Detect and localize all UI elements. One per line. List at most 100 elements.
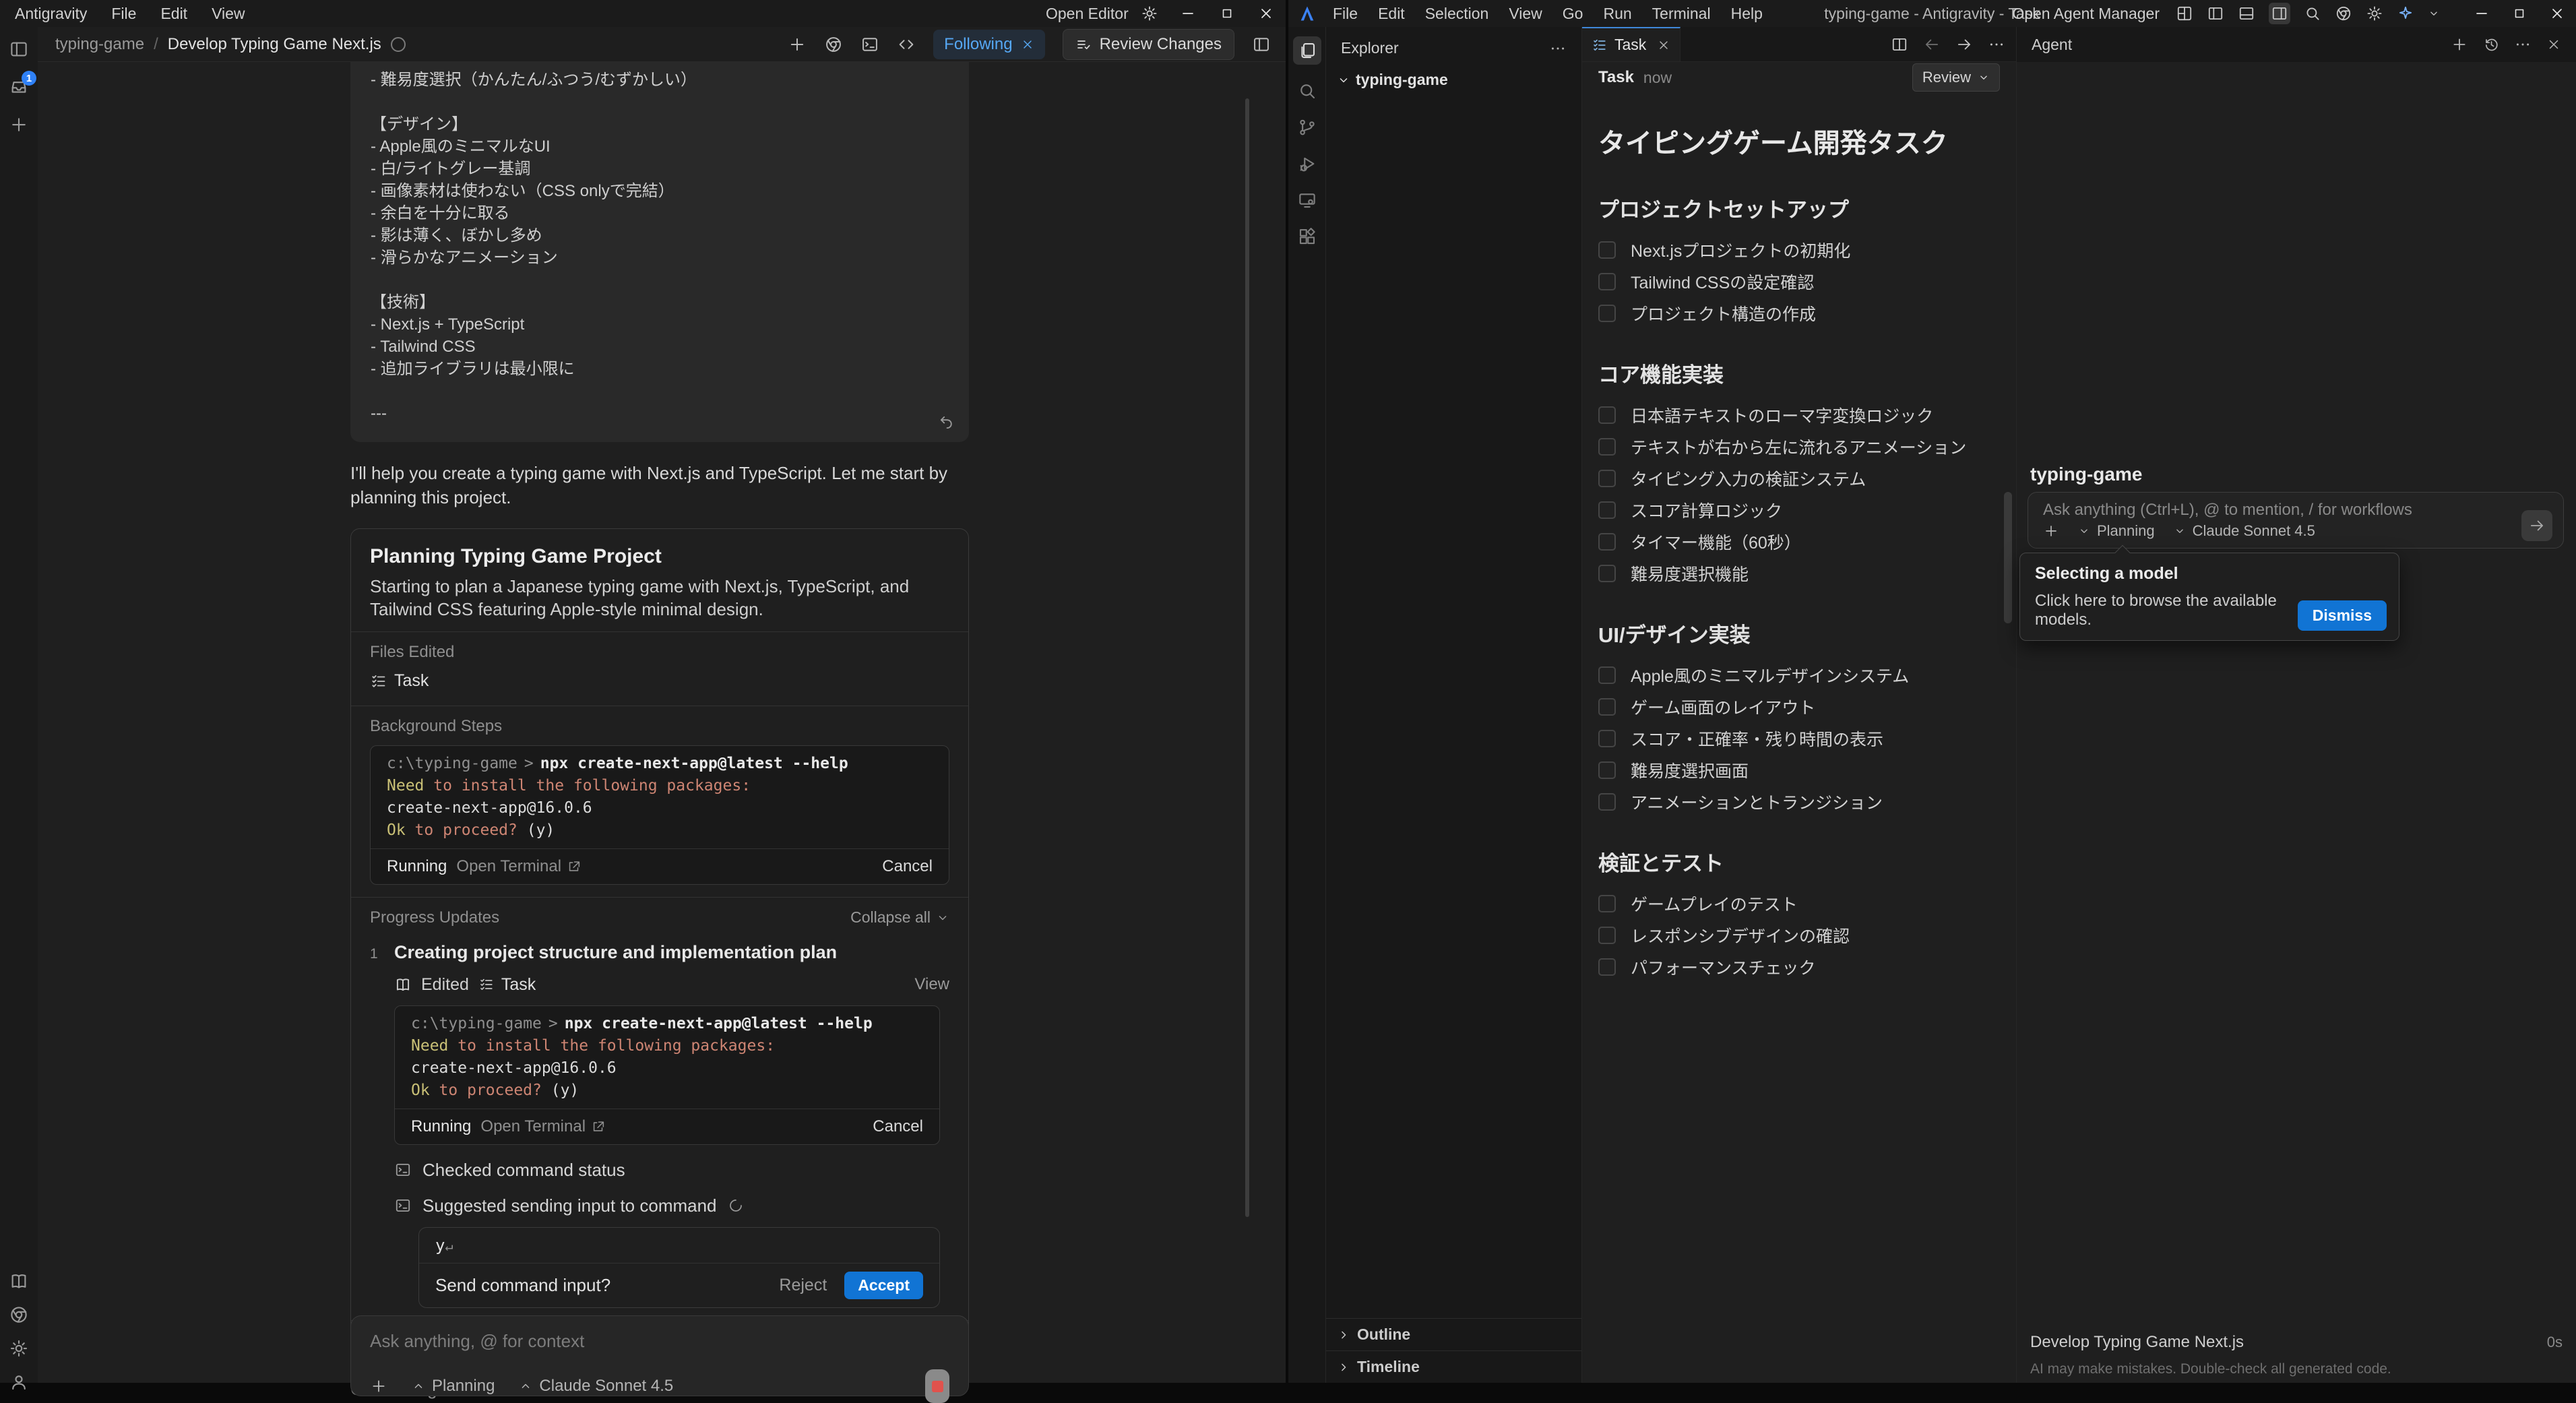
cancel-button[interactable]: Cancel <box>882 857 933 876</box>
search-icon[interactable] <box>1297 81 1317 101</box>
checkbox[interactable] <box>1598 533 1616 551</box>
checkbox[interactable] <box>1598 305 1616 322</box>
edited-file-task[interactable]: Task <box>478 975 536 995</box>
breadcrumb-task[interactable]: Develop Typing Game Next.js <box>168 35 381 54</box>
more-actions-icon[interactable] <box>2514 36 2532 53</box>
checkbox[interactable] <box>1598 241 1616 259</box>
close-tab-icon[interactable] <box>1657 38 1670 52</box>
search-icon[interactable] <box>2304 5 2321 22</box>
new-chat-icon[interactable] <box>9 115 29 135</box>
sidebar-item-typing-game[interactable]: typing-game <box>1326 64 1581 89</box>
explorer-files-icon[interactable] <box>1293 36 1321 65</box>
settings-gear-icon[interactable] <box>9 1338 29 1359</box>
inbox-icon[interactable]: 1 <box>9 77 29 97</box>
menu-item[interactable]: File <box>1333 5 1358 23</box>
close-button[interactable] <box>2538 0 2576 27</box>
menu-item[interactable]: Selection <box>1425 5 1489 23</box>
menu-item[interactable]: Edit <box>1378 5 1405 23</box>
remote-explorer-icon[interactable] <box>1297 190 1317 210</box>
sparkle-icon[interactable] <box>2397 5 2414 22</box>
close-icon[interactable] <box>1021 38 1034 51</box>
docs-book-icon[interactable] <box>9 1271 29 1291</box>
close-panel-icon[interactable] <box>2546 37 2561 52</box>
open-agent-manager-button[interactable]: Open Agent Manager <box>2012 5 2160 23</box>
attach-icon[interactable] <box>370 1377 387 1395</box>
menu-item[interactable]: Edit <box>160 5 187 23</box>
tab-task[interactable]: Task <box>1582 27 1680 61</box>
stop-button[interactable] <box>925 1369 949 1403</box>
menu-item[interactable]: View <box>212 5 245 23</box>
new-tab-icon[interactable] <box>788 35 807 54</box>
menu-item[interactable]: Help <box>1731 5 1763 23</box>
run-debug-icon[interactable] <box>1297 154 1317 174</box>
navigate-forward-icon[interactable] <box>1955 36 1973 53</box>
source-control-icon[interactable] <box>1297 117 1317 137</box>
terminal-icon[interactable] <box>860 35 879 54</box>
checkbox[interactable] <box>1598 406 1616 424</box>
checkbox[interactable] <box>1598 761 1616 779</box>
menu-item[interactable]: File <box>111 5 136 23</box>
undo-icon[interactable] <box>938 414 955 431</box>
cancel-button[interactable]: Cancel <box>873 1117 923 1136</box>
toggle-panel-icon[interactable] <box>2238 5 2255 22</box>
close-button[interactable] <box>1247 0 1286 27</box>
model-selector[interactable]: Claude Sonnet 4.5 <box>519 1377 673 1396</box>
extensions-icon[interactable] <box>1297 226 1317 247</box>
timeline-section[interactable]: Timeline <box>1326 1350 1581 1383</box>
maximize-button[interactable] <box>1207 0 1247 27</box>
attach-icon[interactable] <box>2043 523 2059 539</box>
checkbox[interactable] <box>1598 927 1616 944</box>
checkbox[interactable] <box>1598 666 1616 684</box>
agent-composer-placeholder[interactable]: Ask anything (Ctrl+L), @ to mention, / f… <box>2043 501 2548 520</box>
checkbox[interactable] <box>1598 730 1616 747</box>
review-button[interactable]: Review <box>1912 63 2000 92</box>
chevron-down-icon[interactable] <box>2428 7 2440 20</box>
open-terminal-link[interactable]: Open Terminal <box>480 1117 606 1136</box>
code-icon[interactable] <box>897 35 916 54</box>
agent-task-row[interactable]: Develop Typing Game Next.js 0s <box>2030 1333 2563 1352</box>
mode-selector[interactable]: Planning <box>2078 522 2155 540</box>
collapse-all-button[interactable]: Collapse all <box>850 908 949 927</box>
browser-icon[interactable] <box>2335 5 2352 22</box>
more-actions-icon[interactable] <box>1988 36 2005 53</box>
browser-icon[interactable] <box>9 1305 29 1325</box>
browser-preview-icon[interactable] <box>824 35 843 54</box>
accept-button[interactable]: Accept <box>844 1272 923 1299</box>
navigate-back-icon[interactable] <box>1923 36 1941 53</box>
minimize-button[interactable] <box>1168 0 1207 27</box>
outline-section[interactable]: Outline <box>1326 1318 1581 1350</box>
chat-composer[interactable]: Ask anything, @ for context Planning Cla… <box>350 1315 969 1396</box>
maximize-button[interactable] <box>2501 0 2538 27</box>
checkbox[interactable] <box>1598 895 1616 912</box>
composer-placeholder[interactable]: Ask anything, @ for context <box>370 1331 949 1352</box>
chat-scrollbar[interactable] <box>1245 98 1249 1217</box>
breadcrumb-project[interactable]: typing-game <box>55 35 144 54</box>
checkbox[interactable] <box>1598 793 1616 811</box>
checkbox[interactable] <box>1598 438 1616 456</box>
view-link[interactable]: View <box>914 975 949 994</box>
menu-item[interactable]: Terminal <box>1652 5 1711 23</box>
send-button[interactable] <box>2521 510 2552 541</box>
gear-icon[interactable] <box>1141 5 1158 22</box>
agent-composer[interactable]: Ask anything (Ctrl+L), @ to mention, / f… <box>2028 492 2564 549</box>
history-icon[interactable] <box>2483 36 2499 53</box>
toggle-secondary-sidebar-icon[interactable] <box>2269 3 2290 24</box>
checkbox[interactable] <box>1598 273 1616 290</box>
checkbox[interactable] <box>1598 565 1616 582</box>
menu-item[interactable]: Run <box>1603 5 1631 23</box>
menu-item[interactable]: Antigravity <box>15 5 87 23</box>
panel-toggle-icon[interactable] <box>9 39 29 59</box>
review-changes-button[interactable]: Review Changes <box>1063 29 1234 60</box>
checkbox[interactable] <box>1598 470 1616 487</box>
edited-file-task[interactable]: Task <box>370 671 429 691</box>
editor-scrollbar[interactable] <box>2004 492 2012 623</box>
split-panel-icon[interactable] <box>1252 35 1271 54</box>
following-chip[interactable]: Following <box>933 30 1044 59</box>
model-selector[interactable]: Claude Sonnet 4.5 <box>2174 522 2315 540</box>
more-actions-icon[interactable] <box>1549 40 1567 57</box>
toggle-sidebar-icon[interactable] <box>2207 5 2224 22</box>
new-session-icon[interactable] <box>2451 36 2468 53</box>
reject-button[interactable]: Reject <box>779 1276 827 1295</box>
checkbox[interactable] <box>1598 958 1616 976</box>
menu-item[interactable]: Go <box>1563 5 1583 23</box>
